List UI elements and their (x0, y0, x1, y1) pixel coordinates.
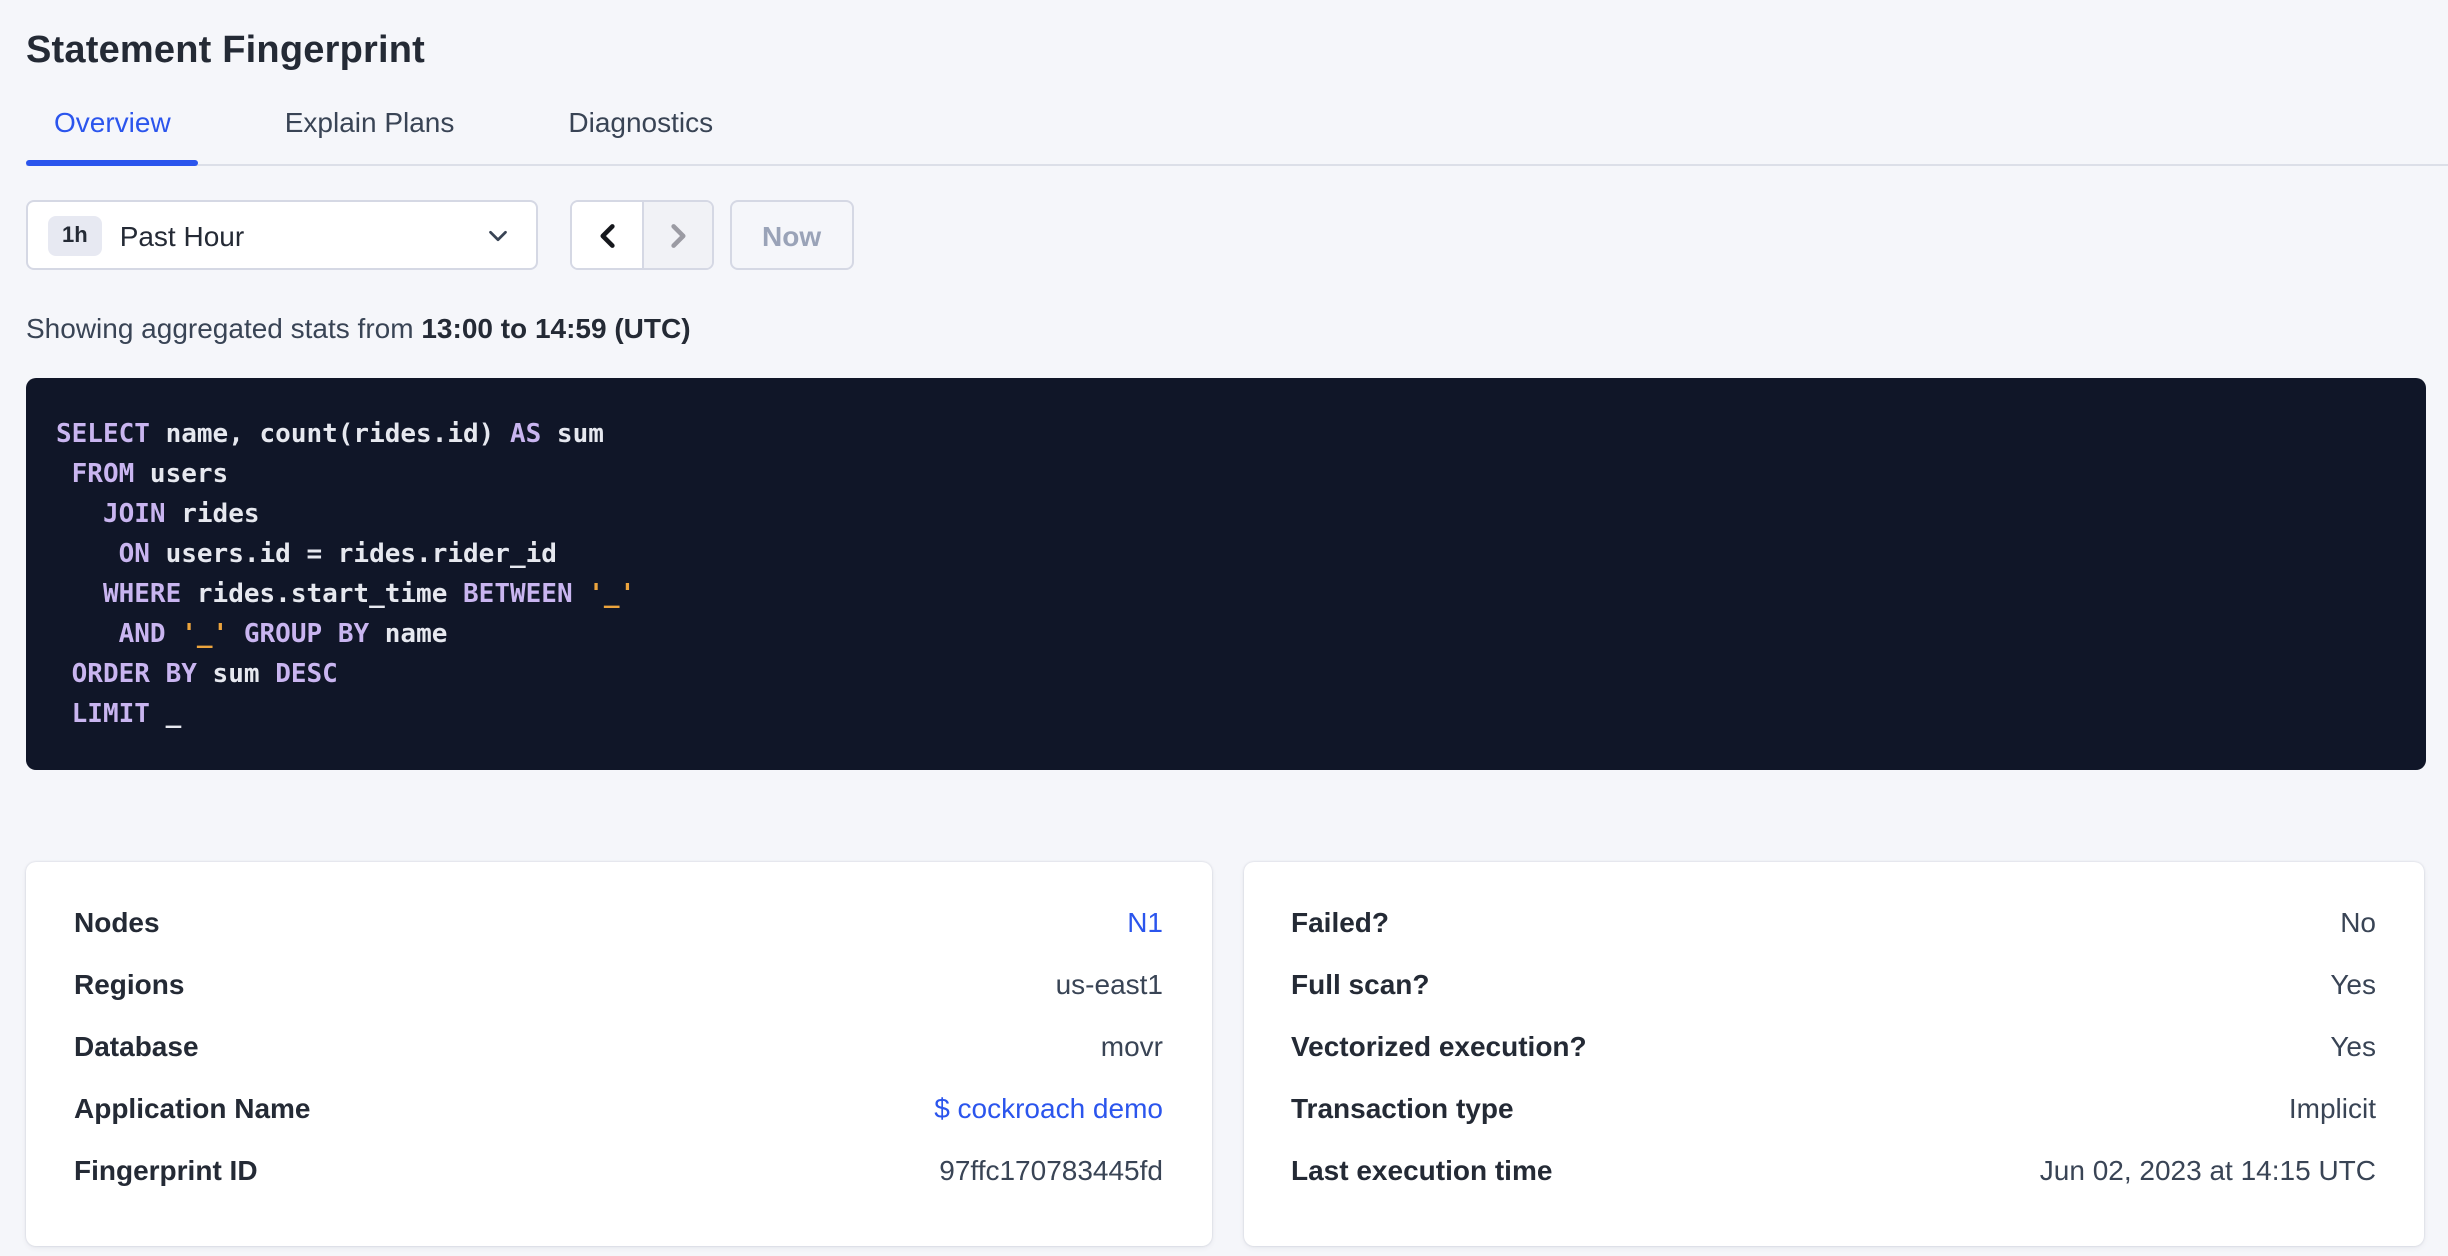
sql-statement-box: SELECT name, count(rides.id) AS sum FROM… (26, 378, 2426, 770)
sql-line: FROM users (71, 460, 229, 490)
detail-label: Application Name (74, 1091, 311, 1123)
time-range-badge: 1h (48, 215, 102, 255)
detail-label: Last execution time (1291, 1153, 1553, 1185)
sql-line: WHERE rides.start_time BETWEEN '_' (102, 580, 636, 610)
details-card-right: Failed? No Full scan? Yes Vectorized executi… (1243, 862, 2424, 1246)
detail-row: Transaction type Implicit (1291, 1076, 2376, 1138)
page-title: Statement Fingerprint (26, 30, 426, 72)
detail-row: Fingerprint ID 97ffc170783445fd (74, 1138, 1163, 1200)
detail-row: Last execution time Jun 02, 2023 at 14:15… (1291, 1138, 2376, 1200)
details-cards: Nodes N1 Regions us-east1 Database movr Applic… (26, 862, 2424, 1246)
detail-row: Application Name $ cockroach demo (74, 1076, 1163, 1138)
stats-caption: Showing aggregated stats from 13:00 to 1… (26, 310, 2424, 346)
detail-row: Database movr (74, 1014, 1163, 1076)
detail-label: Failed? (1291, 905, 1390, 937)
time-range-label: Past Hour (119, 219, 245, 251)
time-controls: 1h Past Hour Now (26, 200, 2424, 270)
tab-explain-plans[interactable]: Explain Plans (257, 104, 483, 164)
time-range-dropdown[interactable]: 1h Past Hour (26, 200, 538, 270)
detail-row: Failed? No (1291, 890, 2376, 952)
sql-line: ON users.id = rides.rider_id (118, 540, 557, 570)
sql-line: JOIN rides (102, 500, 260, 530)
time-prev-button[interactable] (572, 202, 642, 268)
detail-value: Yes (2330, 1029, 2376, 1061)
details-card-left: Nodes N1 Regions us-east1 Database movr Applic… (26, 862, 1211, 1246)
chevron-right-icon (664, 221, 692, 249)
detail-value: Yes (2330, 967, 2376, 999)
detail-label: Vectorized execution? (1291, 1029, 1587, 1061)
sql-line: AND '_' GROUP BY name (118, 620, 448, 650)
detail-value-link[interactable]: $ cockroach demo (934, 1091, 1163, 1123)
stats-caption-range: 13:00 to 14:59 (UTC) (421, 312, 691, 344)
now-button[interactable]: Now (730, 200, 854, 270)
detail-value: No (2340, 905, 2376, 937)
time-next-button[interactable] (642, 202, 712, 268)
sql-line: ORDER BY sum DESC (71, 660, 338, 690)
detail-value: us-east1 (1055, 967, 1163, 999)
detail-value-link[interactable]: N1 (1127, 905, 1163, 937)
detail-value: Jun 02, 2023 at 14:15 UTC (2039, 1153, 2376, 1185)
app-viewport: Statement Fingerprint Overview Explain Pl… (0, 0, 2448, 1256)
tab-bar: Overview Explain Plans Diagnostics (26, 104, 2448, 166)
detail-value: 97ffc170783445fd (939, 1153, 1163, 1185)
detail-label: Fingerprint ID (74, 1153, 258, 1185)
detail-row: Regions us-east1 (74, 952, 1163, 1014)
tab-diagnostics[interactable]: Diagnostics (540, 104, 741, 164)
chevron-left-icon (593, 221, 621, 249)
detail-label: Full scan? (1291, 967, 1430, 999)
detail-value: Implicit (2288, 1091, 2376, 1123)
chevron-down-icon (486, 223, 510, 247)
sql-line: SELECT name, count(rides.id) AS sum (56, 420, 604, 450)
detail-label: Transaction type (1291, 1091, 1514, 1123)
detail-row: Nodes N1 (74, 890, 1163, 952)
detail-row: Full scan? Yes (1291, 952, 2376, 1014)
tab-overview[interactable]: Overview (26, 104, 200, 166)
detail-row: Vectorized execution? Yes (1291, 1014, 2376, 1076)
time-step-buttons (570, 200, 714, 270)
sql-line: LIMIT _ (71, 700, 182, 730)
statement-fingerprint-page: Statement Fingerprint Overview Explain Pl… (0, 0, 2448, 1246)
detail-value: N1 (1127, 905, 1163, 937)
detail-value: $ cockroach demo (934, 1091, 1163, 1123)
detail-label: Database (74, 1029, 199, 1061)
detail-label: Nodes (74, 905, 160, 937)
detail-label: Regions (74, 967, 185, 999)
detail-value: movr (1100, 1029, 1163, 1061)
stats-caption-prefix: Showing aggregated stats from (26, 312, 422, 344)
